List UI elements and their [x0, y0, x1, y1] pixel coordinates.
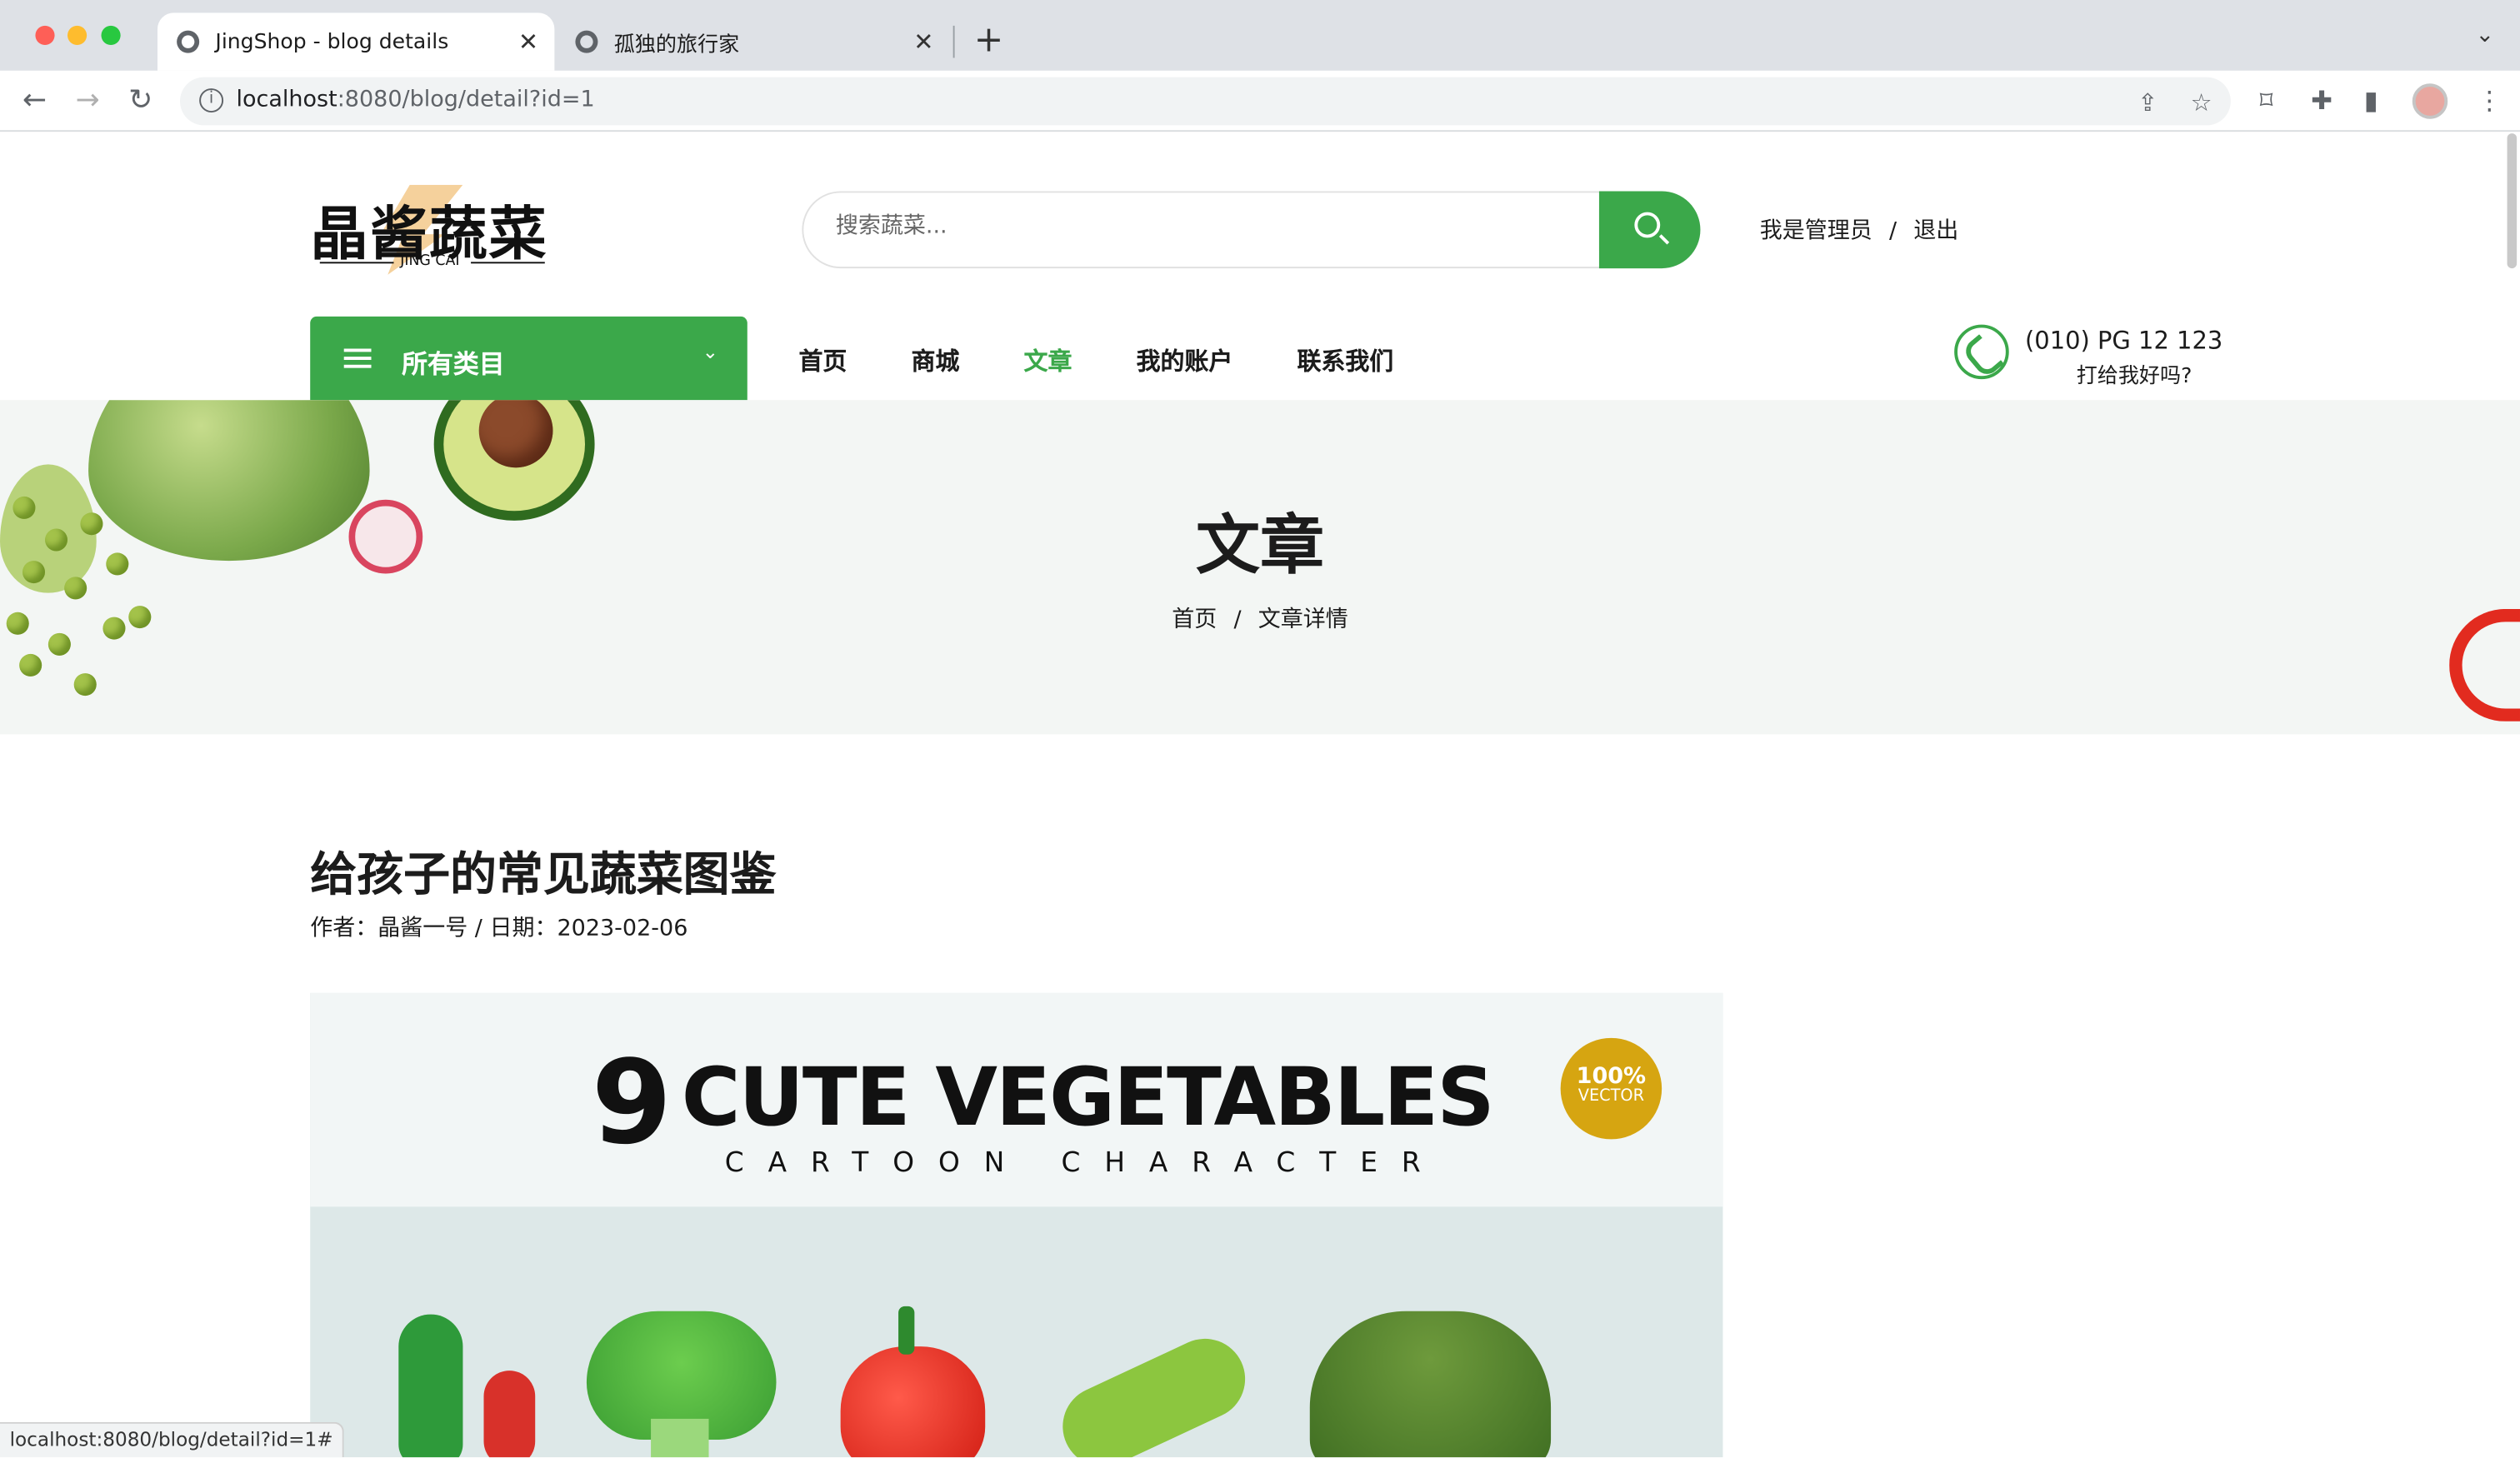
- url-host: localhost: [236, 87, 338, 112]
- extensions-icon[interactable]: ✚: [2311, 85, 2332, 116]
- chevron-down-icon: ⌄: [702, 340, 719, 363]
- nav-item-shop[interactable]: 商城: [912, 344, 960, 377]
- tab-title: 孤独的旅行家: [613, 32, 740, 57]
- search-icon: [1634, 212, 1661, 238]
- reading-list-icon[interactable]: ⌑: [2260, 85, 2273, 116]
- avocado-pit: [478, 400, 553, 468]
- account-links: 我是管理员 / 退出: [1760, 213, 1958, 246]
- site-logo[interactable]: 晶酱蔬菜 JING CAI: [310, 178, 554, 278]
- poster-headline: CUTE VEGETABLES: [681, 1051, 1495, 1145]
- close-tab-icon[interactable]: ✕: [518, 27, 538, 57]
- logout-link[interactable]: 退出: [1913, 218, 1958, 244]
- all-categories-label: 所有类目: [402, 348, 505, 380]
- badge-percent: 100%: [1576, 1063, 1647, 1090]
- tab-search-chevron-icon[interactable]: ⌄: [2476, 22, 2495, 48]
- nav-item-my-account[interactable]: 我的账户: [1137, 344, 1233, 377]
- url-text: localhost:8080/blog/detail?id=1: [236, 87, 594, 112]
- phone-icon: [1954, 324, 2009, 380]
- search-button[interactable]: [1598, 191, 1701, 269]
- web-page: 晶酱蔬菜 JING CAI 我是管理员 / 退出 所有类目 ⌄ 首页 商城 文章…: [0, 133, 2520, 1458]
- browser-tab-bar: JingShop - blog details ✕ 孤独的旅行家 ✕ + ⌄: [0, 0, 2520, 71]
- poster-number: 9: [591, 1034, 672, 1170]
- nav-item-home[interactable]: 首页: [798, 344, 847, 377]
- logo-rule: [471, 262, 545, 264]
- pea-image: [19, 653, 42, 677]
- close-tab-icon[interactable]: ✕: [913, 27, 933, 57]
- admin-link[interactable]: 我是管理员: [1760, 218, 1872, 244]
- globe-icon: [575, 30, 598, 53]
- badge-label: VECTOR: [1578, 1087, 1644, 1106]
- share-icon[interactable]: ⇪: [2138, 88, 2158, 117]
- breadcrumb-home[interactable]: 首页: [1172, 607, 1217, 633]
- profile-avatar[interactable]: [2412, 83, 2448, 119]
- address-bar[interactable]: i localhost:8080/blog/detail?id=1 ⇪ ☆: [179, 77, 2231, 126]
- browser-menu-icon[interactable]: ⋮: [2477, 85, 2502, 116]
- minimize-window-button[interactable]: [67, 25, 88, 45]
- browser-tab[interactable]: 孤独的旅行家 ✕: [556, 12, 949, 70]
- article-title: 给孩子的常见蔬菜图鉴: [310, 846, 777, 901]
- breadcrumb: 首页 / 文章详情: [0, 602, 2520, 635]
- back-icon[interactable]: ←: [22, 83, 47, 117]
- main-navigation: 首页 商城 文章 我的账户 联系我们: [798, 344, 1458, 377]
- chili-pepper-character: [398, 1314, 463, 1458]
- breadcrumb-separator: /: [1233, 607, 1242, 633]
- forward-icon[interactable]: →: [76, 83, 100, 117]
- lettuce-character: [1309, 1311, 1552, 1458]
- logo-rule: [319, 262, 394, 264]
- article-meta: 作者：晶酱一号 / 日期：2023-02-06: [310, 916, 688, 942]
- new-tab-button[interactable]: +: [974, 21, 1004, 61]
- globe-icon: [177, 30, 200, 53]
- account-separator: /: [1888, 218, 1898, 245]
- search-bar: [802, 191, 1701, 269]
- nav-item-contact[interactable]: 联系我们: [1297, 344, 1393, 377]
- site-info-icon[interactable]: i: [199, 88, 224, 112]
- nav-item-articles[interactable]: 文章: [1024, 344, 1072, 377]
- vector-badge: 100% VECTOR: [1560, 1037, 1662, 1140]
- search-input[interactable]: [835, 213, 1575, 240]
- breadcrumb-current: 文章详情: [1258, 607, 1348, 633]
- pea-image: [48, 632, 71, 656]
- pea-image: [73, 673, 97, 697]
- article-cover-image: 9 CUTE VEGETABLES CARTOON CHARACTER 100%…: [310, 992, 1723, 1458]
- tab-divider: [952, 25, 955, 58]
- bell-pepper-character: [840, 1346, 986, 1458]
- browser-toolbar: ← → ↻ i localhost:8080/blog/detail?id=1 …: [0, 70, 2520, 132]
- scrollbar[interactable]: [2507, 133, 2518, 269]
- page-title: 文章: [1195, 509, 1325, 584]
- broccoli-stem: [651, 1418, 709, 1458]
- tab-title: JingShop - blog details: [215, 29, 449, 54]
- poster-subline: CARTOON CHARACTER: [724, 1146, 1445, 1180]
- all-categories-button[interactable]: 所有类目 ⌄: [310, 316, 748, 401]
- logo-english-text: JING CAI: [400, 253, 460, 270]
- side-panel-icon[interactable]: ▮: [2364, 85, 2378, 116]
- bell-pepper-stem: [898, 1306, 915, 1355]
- close-window-button[interactable]: [35, 25, 55, 45]
- maximize-window-button[interactable]: [101, 25, 121, 45]
- phone-number: (010) PG 12 123: [2024, 326, 2223, 356]
- page-banner: 文章 首页 / 文章详情: [0, 400, 2520, 735]
- bookmark-star-icon[interactable]: ☆: [2191, 88, 2212, 117]
- status-bar-url: localhost:8080/blog/detail?id=1#: [0, 1421, 345, 1458]
- chili-pepper-character: [483, 1371, 536, 1458]
- menu-icon: [343, 348, 372, 368]
- reload-icon[interactable]: ↻: [128, 83, 152, 117]
- pea-pod-character: [1049, 1326, 1258, 1458]
- browser-tab-active[interactable]: JingShop - blog details ✕: [157, 12, 555, 71]
- phone-subtitle: 打给我好吗?: [2076, 364, 2192, 389]
- url-path: :8080/blog/detail?id=1: [337, 87, 595, 112]
